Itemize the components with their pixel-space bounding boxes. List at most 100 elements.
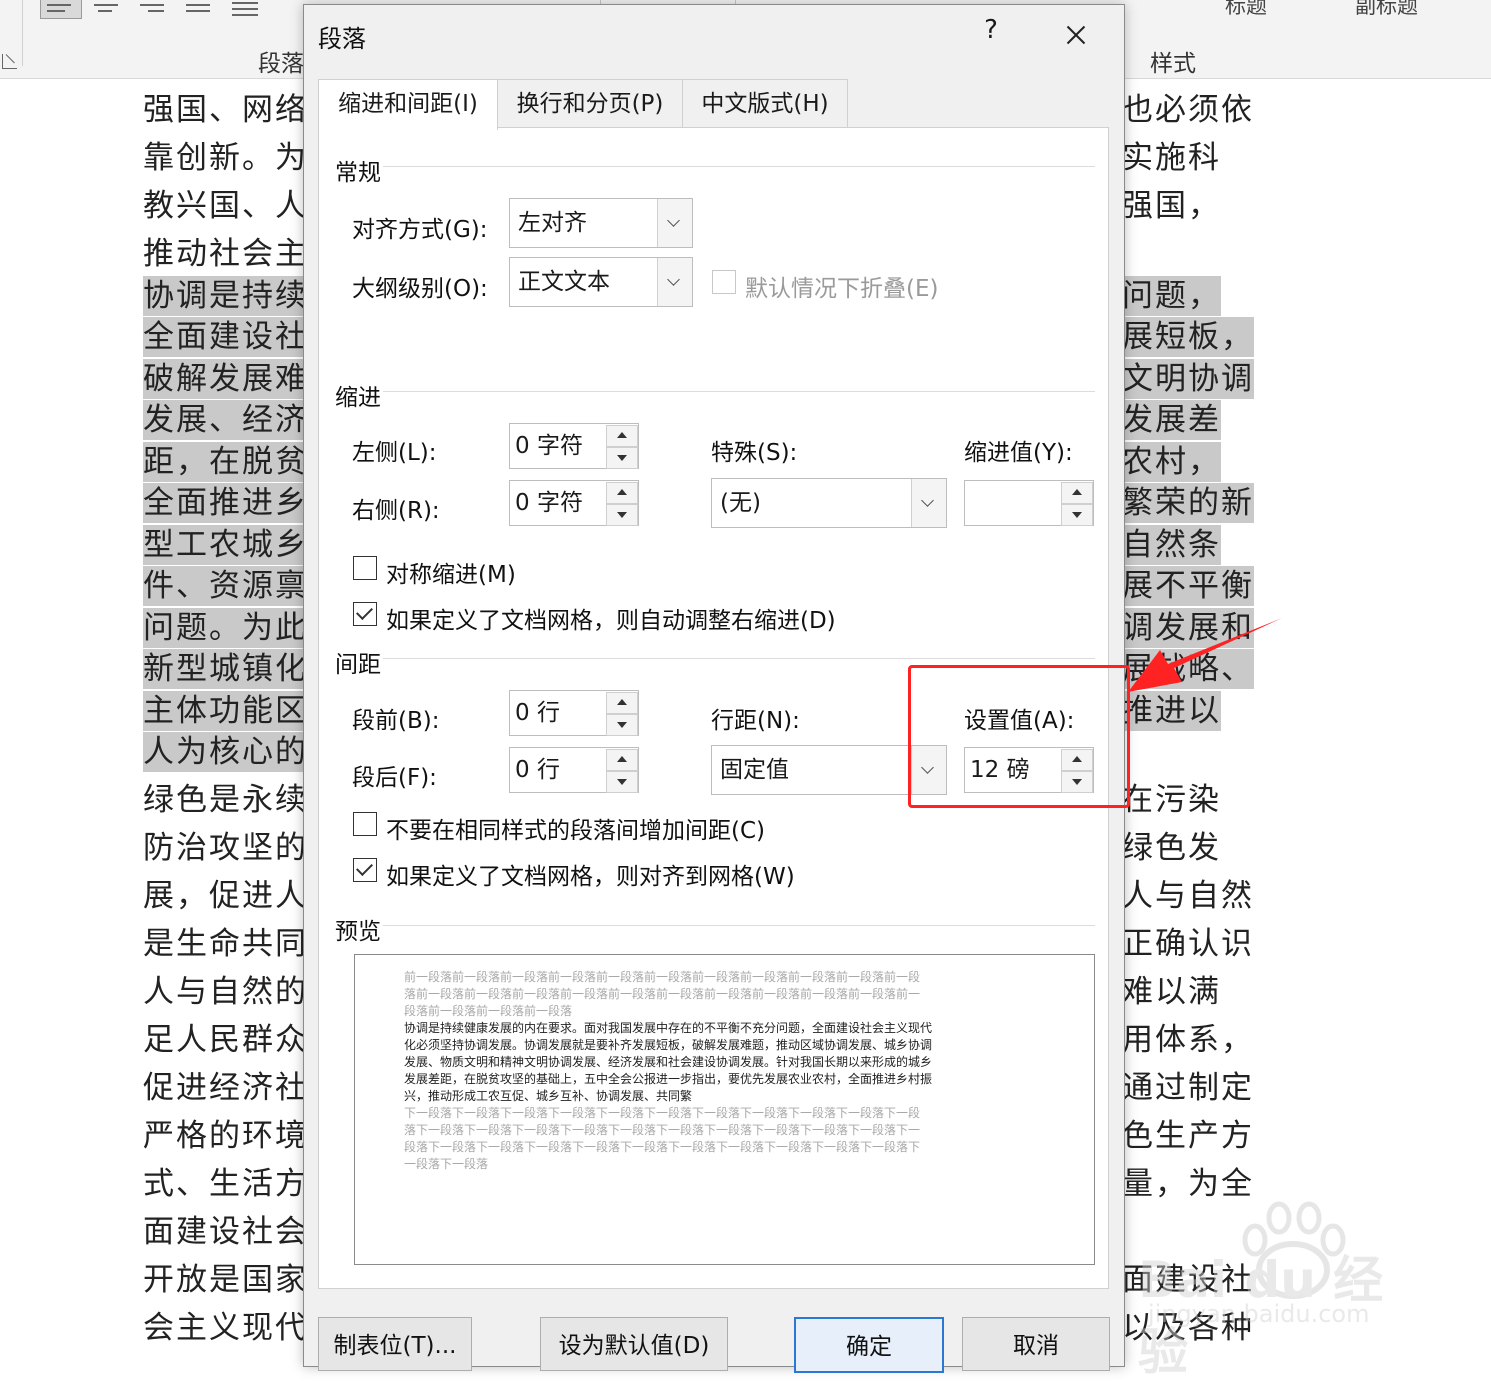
document-line-left[interactable]: 破解发展难 [143, 359, 308, 399]
document-line-right[interactable]: 实施科 [1122, 138, 1221, 178]
spin-up-icon[interactable] [606, 482, 638, 504]
spin-down-icon[interactable] [606, 771, 638, 793]
document-line-right[interactable]: 用体系， [1122, 1020, 1254, 1060]
tab-line-page-breaks[interactable]: 换行和分页(P) [496, 79, 684, 128]
spacing-before-spinner[interactable]: 0 行 [509, 690, 639, 736]
auto-adjust-indent-label: 如果定义了文档网格，则自动调整右缩进(D) [386, 608, 836, 634]
document-line-left[interactable]: 靠创新。为 [143, 138, 308, 178]
paragraph-dialog-launcher-icon[interactable] [2, 54, 17, 69]
document-line-left[interactable]: 新型城镇化 [143, 649, 308, 689]
document-line-left[interactable]: 主体功能区 [143, 691, 308, 731]
document-line-right[interactable]: 强国， [1122, 186, 1221, 226]
close-icon[interactable] [1056, 15, 1096, 55]
align-right-button[interactable] [134, 0, 174, 18]
section-preview: 预览 [335, 919, 381, 945]
spacing-after-spinner[interactable]: 0 行 [509, 747, 639, 793]
document-line-left[interactable]: 发展、经济 [143, 400, 308, 440]
document-line-left[interactable]: 足人民群众 [143, 1020, 308, 1060]
document-line-left[interactable]: 协调是持续 [143, 276, 308, 316]
chevron-down-icon[interactable] [657, 258, 692, 306]
document-line-left[interactable]: 防治攻坚的 [143, 828, 308, 868]
document-line-right[interactable]: 量，为全 [1122, 1164, 1254, 1204]
document-line-left[interactable]: 展，促进人 [143, 876, 308, 916]
preview-pane: 前一段落前一段落前一段落前一段落前一段落前一段落前一段落前一段落前一段落前一段落… [354, 954, 1095, 1265]
document-line-right[interactable]: 繁荣的新 [1122, 483, 1254, 523]
document-line-right[interactable]: 在污染 [1122, 780, 1221, 820]
set-default-button[interactable]: 设为默认值(D) [540, 1317, 728, 1371]
document-line-right[interactable]: 正确认识 [1122, 924, 1254, 964]
tabs-button[interactable]: 制表位(T)... [318, 1317, 472, 1371]
document-line-right[interactable]: 色生产方 [1122, 1116, 1254, 1156]
document-line-left[interactable]: 会主义现代 [143, 1308, 308, 1348]
align-left-button[interactable] [40, 0, 82, 19]
document-line-left[interactable]: 人为核心的 [143, 732, 308, 772]
tab-asian-typography[interactable]: 中文版式(H) [682, 79, 848, 128]
chevron-down-icon[interactable] [911, 479, 946, 527]
document-line-right[interactable]: 展短板， [1122, 317, 1254, 357]
document-line-left[interactable]: 型工农城乡 [143, 525, 308, 565]
mirror-indents-checkbox[interactable] [353, 556, 377, 580]
document-line-right[interactable]: 农村， [1122, 442, 1221, 482]
spin-up-icon[interactable] [606, 749, 638, 771]
document-line-left[interactable]: 件、资源禀 [143, 566, 308, 606]
indent-right-spinner[interactable]: 0 字符 [509, 480, 639, 526]
document-line-left[interactable]: 严格的环境 [143, 1116, 308, 1156]
document-line-left[interactable]: 式、生活方 [143, 1164, 308, 1204]
spacing-after-value: 0 行 [515, 757, 560, 783]
section-spacing: 间距 [335, 652, 381, 678]
document-line-left[interactable]: 全面推进乡 [143, 483, 308, 523]
spin-down-icon[interactable] [1061, 504, 1093, 526]
document-line-left[interactable]: 促进经济社 [143, 1068, 308, 1108]
document-line-left[interactable]: 问题。为此 [143, 608, 308, 648]
spin-down-icon[interactable] [606, 447, 638, 469]
indent-by-spinner[interactable] [964, 480, 1094, 526]
indent-right-value: 0 字符 [515, 490, 583, 516]
document-line-left[interactable]: 绿色是永续 [143, 780, 308, 820]
help-button[interactable]: ? [976, 15, 1006, 51]
paragraph-group-label: 段落 [258, 51, 304, 77]
document-line-right[interactable]: 难以满 [1122, 972, 1221, 1012]
justify-button[interactable] [180, 0, 220, 18]
document-line-right[interactable]: 也必须依 [1122, 90, 1254, 130]
document-line-left[interactable]: 面建设社会 [143, 1212, 308, 1252]
no-space-same-style-checkbox[interactable] [353, 812, 377, 836]
special-indent-select[interactable]: (无) [711, 478, 947, 528]
chevron-down-icon[interactable] [657, 199, 692, 247]
snap-to-grid-label: 如果定义了文档网格，则对齐到网格(W) [386, 864, 795, 890]
distributed-button[interactable] [226, 0, 266, 18]
document-line-left[interactable]: 全面建设社 [143, 317, 308, 357]
spacing-before-label: 段前(B): [352, 708, 440, 734]
document-line-left[interactable]: 推动社会主 [143, 234, 308, 274]
style-heading[interactable]: 标题 [1225, 0, 1267, 20]
indent-left-spinner[interactable]: 0 字符 [509, 423, 639, 469]
document-line-right[interactable]: 展不平衡 [1122, 566, 1254, 606]
document-line-left[interactable]: 是生命共同 [143, 924, 308, 964]
document-line-left[interactable]: 开放是国家 [143, 1260, 308, 1300]
document-line-right[interactable]: 发展差 [1122, 400, 1221, 440]
spin-up-icon[interactable] [606, 425, 638, 447]
spin-up-icon[interactable] [1061, 482, 1093, 504]
cancel-button[interactable]: 取消 [962, 1317, 1110, 1371]
spin-up-icon[interactable] [606, 692, 638, 714]
document-line-right[interactable]: 绿色发 [1122, 828, 1221, 868]
align-center-button[interactable] [88, 0, 128, 18]
spin-down-icon[interactable] [606, 504, 638, 526]
document-line-left[interactable]: 距，在脱贫 [143, 442, 308, 482]
outline-level-select[interactable]: 正文文本 [509, 257, 693, 307]
document-line-right[interactable]: 文明协调 [1122, 359, 1254, 399]
no-space-same-style-label: 不要在相同样式的段落间增加间距(C) [386, 818, 766, 844]
document-line-right[interactable]: 通过制定 [1122, 1068, 1254, 1108]
auto-adjust-indent-checkbox[interactable] [353, 602, 377, 626]
snap-to-grid-checkbox[interactable] [353, 858, 377, 882]
preview-text-line: 段落下一段落下一段落下一段落下一段落下一段落下一段落下一段落下一段落下一段落下一… [404, 1140, 921, 1154]
tab-indents-spacing[interactable]: 缩进和间距(I) [318, 79, 498, 130]
document-line-right[interactable]: 问题， [1122, 276, 1221, 316]
document-line-right[interactable]: 自然条 [1122, 525, 1221, 565]
alignment-select[interactable]: 左对齐 [509, 198, 693, 248]
spin-down-icon[interactable] [606, 714, 638, 736]
document-line-right[interactable]: 人与自然 [1122, 876, 1254, 916]
style-subtitle[interactable]: 副标题 [1355, 0, 1418, 20]
document-line-left[interactable]: 教兴国、人 [143, 186, 308, 226]
document-line-left[interactable]: 强国、网络 [143, 90, 308, 130]
document-line-left[interactable]: 人与自然的 [143, 972, 308, 1012]
